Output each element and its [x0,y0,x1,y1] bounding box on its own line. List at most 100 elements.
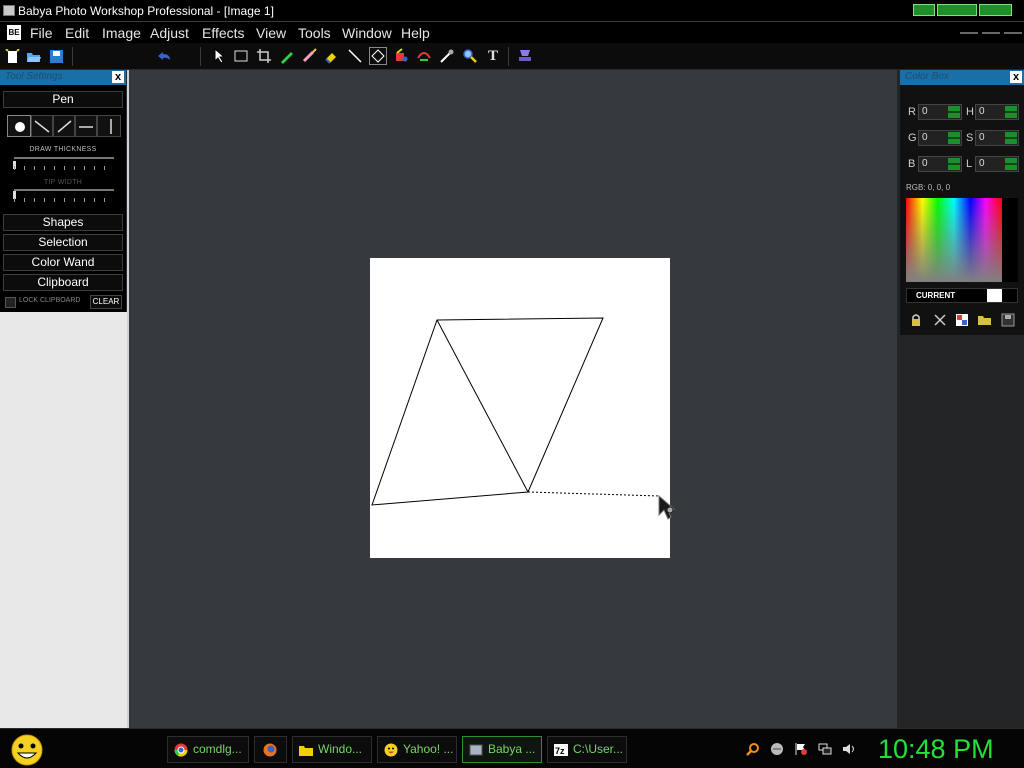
current-color-swatch[interactable] [987,289,1002,302]
shape-tool-icon[interactable] [369,47,387,65]
search-icon[interactable] [746,742,760,756]
menu-file[interactable]: File [30,25,53,41]
menu-effects[interactable]: Effects [202,25,245,41]
color-replace-icon[interactable] [415,47,433,65]
flag-alert-icon[interactable] [794,742,808,756]
mdi-minimize-button[interactable] [960,32,978,34]
taskbar-item-firefox[interactable] [254,736,287,763]
red-spinner[interactable] [948,106,960,118]
tip-vertical-icon[interactable] [97,115,121,137]
shapes-button[interactable]: Shapes [3,214,123,231]
toolbar: T [0,43,1024,70]
save-palette-icon[interactable] [999,311,1017,329]
hue-spinner[interactable] [1005,106,1017,118]
image-canvas[interactable] [370,258,670,558]
volume-icon[interactable] [842,742,856,756]
taskbar-item-chrome[interactable]: comdlg... [167,736,249,763]
color-box-header: Color Box x [900,70,1024,85]
lightness-spinner[interactable] [1005,158,1017,170]
lock-icon[interactable] [907,311,925,329]
open-palette-icon[interactable] [976,311,994,329]
brush-tool-icon[interactable] [300,47,318,65]
eyedropper-icon[interactable] [438,47,456,65]
folder-icon [299,746,313,756]
red-label: R [908,106,916,118]
menu-view[interactable]: View [256,25,286,41]
taskbar-item-windows-explorer[interactable]: Windo... [292,736,372,763]
pen-button[interactable]: Pen [3,91,123,108]
tip-width-slider[interactable] [14,189,114,191]
blue-spinner[interactable] [948,158,960,170]
green-input[interactable]: 0 [918,130,962,146]
lightness-input[interactable]: 0 [975,156,1019,172]
menu-edit[interactable]: Edit [65,25,89,41]
tool-settings-title: Tool Settings [5,71,63,82]
new-file-icon[interactable] [3,47,21,65]
taskbar-item-babya[interactable]: Babya ... [462,736,542,763]
close-button[interactable] [979,4,1012,16]
color-box-title: Color Box [905,71,949,82]
messenger-tray-icon[interactable] [770,742,784,756]
menu-adjust[interactable]: Adjust [150,25,189,41]
line-tool-icon[interactable] [346,47,364,65]
stamp-tool-icon[interactable] [516,47,534,65]
pointer-tool-icon[interactable] [210,47,228,65]
color-box-close-button[interactable]: x [1010,71,1022,83]
palette-icon[interactable] [953,311,971,329]
blue-value: 0 [922,158,928,169]
menu-help[interactable]: Help [401,25,430,41]
green-spinner[interactable] [948,132,960,144]
saturation-spinner[interactable] [1005,132,1017,144]
red-value: 0 [922,106,928,117]
save-icon[interactable] [47,47,65,65]
tip-slash-icon[interactable] [53,115,75,137]
maximize-button[interactable] [937,4,977,16]
menu-image[interactable]: Image [102,25,141,41]
rgb-readout: RGB: 0, 0, 0 [906,183,951,192]
document-icon[interactable]: ВЕ [7,25,21,40]
clock[interactable]: 10:48 PM [878,733,994,765]
tool-settings-close-button[interactable]: x [112,71,124,83]
taskbar-item-cmd-label: C:\User... [573,742,624,756]
clipboard-button[interactable]: Clipboard [3,274,123,291]
saturation-input[interactable]: 0 [975,130,1019,146]
minimize-button[interactable] [913,4,935,16]
hue-value: 0 [979,106,985,117]
draw-thickness-slider[interactable] [14,157,114,159]
pencil-tool-icon[interactable] [278,47,296,65]
tool-settings-panel: Pen DRAW THICKNESS TIP WIDTH Shapes Sele… [0,85,126,312]
eraser-tool-icon[interactable] [322,47,340,65]
color-spectrum[interactable] [906,198,1002,282]
toolbar-separator [72,47,73,66]
text-tool-icon[interactable]: T [484,47,502,65]
color-wand-button[interactable]: Color Wand [3,254,123,271]
tip-horizontal-icon[interactable] [75,115,97,137]
network-icon[interactable] [818,742,832,756]
taskbar-item-yahoo[interactable]: Yahoo! ... [377,736,457,763]
menu-window[interactable]: Window [342,25,392,41]
lightness-bar[interactable] [1002,198,1018,282]
7zip-icon: 7z [554,744,568,756]
mdi-restore-button[interactable] [982,32,1000,34]
crop-tool-icon[interactable] [255,47,273,65]
menu-tools[interactable]: Tools [298,25,331,41]
menu-bar: ВЕ File Edit Image Adjust Effects View T… [0,22,1024,43]
drawn-diagonal [436,319,529,493]
paint-bucket-icon[interactable] [392,47,410,65]
mdi-close-button[interactable] [1004,32,1022,34]
open-file-icon[interactable] [25,47,43,65]
taskbar-item-command-prompt[interactable]: 7z C:\User... [547,736,627,763]
scissors-icon[interactable] [931,311,949,329]
selection-button[interactable]: Selection [3,234,123,251]
tip-backslash-icon[interactable] [31,115,53,137]
undo-icon[interactable] [155,47,173,65]
red-input[interactable]: 0 [918,104,962,120]
start-button-smiley-icon[interactable] [8,733,46,767]
zoom-icon[interactable] [461,47,479,65]
tip-round-icon[interactable] [7,115,31,137]
hue-input[interactable]: 0 [975,104,1019,120]
clear-button[interactable]: CLEAR [90,295,122,309]
blue-input[interactable]: 0 [918,156,962,172]
rectangle-select-icon[interactable] [232,47,250,65]
lock-clipboard-checkbox[interactable] [5,297,16,308]
